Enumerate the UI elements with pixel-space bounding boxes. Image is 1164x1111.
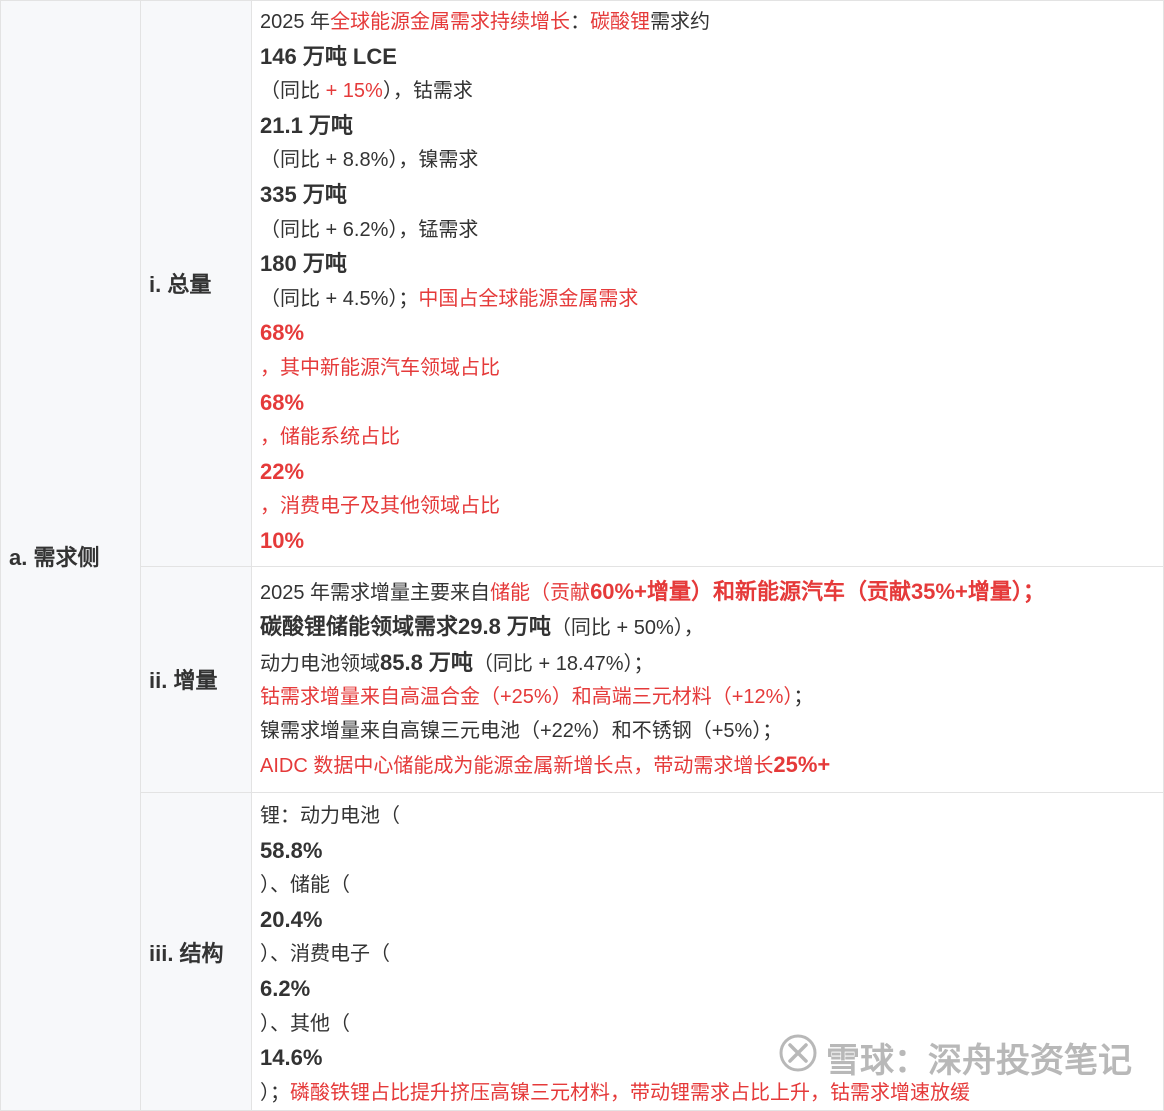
- text-segment: 146 万吨 LCE: [260, 43, 397, 69]
- text-line: 钴需求增量来自高温合金（+25%）和高端三元材料（+12%）；: [260, 681, 1155, 715]
- text-segment: （同比: [260, 80, 326, 103]
- text-line: 碳酸锂储能领域需求29.8 万吨（同比 + 50%），: [260, 610, 1155, 646]
- sub-cell: iii. 结构: [140, 792, 252, 1111]
- content-cell-total: 2025 年全球能源金属需求持续增长：碳酸锂需求约 146 万吨 LCE （同比 +…: [251, 0, 1164, 567]
- text-line: 180 万吨: [260, 247, 1155, 283]
- text-line: 2025 年全球能源金属需求持续增长：碳酸锂需求约: [260, 6, 1155, 40]
- text-segment: 镍需求增量来自高镍三元电池（+22%）和不锈钢（+5%）；: [260, 719, 783, 742]
- text-segment: 20.4%: [260, 906, 323, 932]
- content-cell-increment: 2025 年需求增量主要来自储能（贡献60%+增量）和新能源汽车（贡献35%+增…: [251, 565, 1164, 794]
- text-line: ，消费电子及其他领域占比: [260, 490, 1155, 524]
- text-line: ，其中新能源汽车领域占比: [260, 352, 1155, 386]
- text-segment: （同比 + 8.8%），镍需求: [260, 149, 479, 172]
- text-segment: （同比 + 50%），: [550, 617, 704, 640]
- text-segment: 335 万吨: [260, 181, 347, 207]
- text-segment: 58.8%: [260, 837, 323, 863]
- watermark-text: 雪球：深舟投资笔记: [826, 1041, 1132, 1080]
- text-segment: ，其中新能源汽车领域占比: [260, 356, 500, 379]
- text-segment: 68%: [260, 320, 305, 346]
- text-line: （同比 + 6.2%），锰需求: [260, 214, 1155, 248]
- text-segment: 碳酸锂: [590, 11, 651, 33]
- text-segment: 6.2%: [260, 976, 311, 1002]
- text-segment: 10%: [260, 527, 305, 553]
- text-line: ）、消费电子（: [260, 938, 1155, 972]
- text-line: 146 万吨 LCE: [260, 40, 1155, 76]
- text-segment: （同比 + 18.47%）；: [472, 652, 654, 675]
- text-segment: （同比 + 6.2%），锰需求: [260, 218, 479, 241]
- text-segment: 2025 年: [260, 11, 331, 33]
- text-line: 2025 年需求增量主要来自储能（贡献60%+增量）和新能源汽车（贡献35%+增…: [260, 575, 1155, 611]
- text-line: 68%: [260, 386, 1155, 422]
- text-segment: 储能（贡献: [490, 581, 591, 604]
- text-line: AIDC 数据中心储能成为能源金属新增长点，带动需求增长25%+: [260, 748, 1155, 784]
- text-line: 68%: [260, 316, 1155, 352]
- section-cell: a. 需求侧: [0, 0, 141, 1111]
- table-row: ii. 增量 2025 年需求增量主要来自储能（贡献60%+增量）和新能源汽车（…: [1, 565, 1164, 794]
- text-line: ，储能系统占比: [260, 421, 1155, 455]
- text-segment: 60%+增量）和新能源汽车（贡献35%+增量）；: [590, 578, 1045, 604]
- content-lines: 2025 年需求增量主要来自储能（贡献60%+增量）和新能源汽车（贡献35%+增…: [260, 575, 1155, 785]
- text-segment: （同比 + 4.5%）；: [260, 287, 419, 310]
- text-line: 6.2%: [260, 972, 1155, 1008]
- text-segment: 中国占全球能源金属需求: [418, 287, 639, 310]
- text-segment: 22%: [260, 458, 305, 484]
- text-segment: ），钴需求: [382, 80, 473, 103]
- text-line: 21.1 万吨: [260, 109, 1155, 145]
- table-row: a. 需求侧 i. 总量 2025 年全球能源金属需求持续增长：碳酸锂需求约 14…: [0, 0, 1164, 1111]
- text-segment: ）；: [260, 1081, 290, 1104]
- text-segment: 21.1 万吨: [260, 112, 353, 138]
- text-segment: 180 万吨: [260, 251, 347, 277]
- text-segment: ）、其他（: [260, 1012, 350, 1035]
- text-line: （同比 + 8.8%），镍需求: [260, 144, 1155, 178]
- text-line: 20.4%: [260, 903, 1155, 939]
- text-segment: 68%: [260, 389, 305, 415]
- text-line: 22%: [260, 455, 1155, 491]
- text-segment: ；: [793, 686, 814, 709]
- text-segment: + 15%: [325, 80, 383, 103]
- sub-label-total: i. 总量: [149, 272, 212, 298]
- text-line: 镍需求增量来自高镍三元电池（+22%）和不锈钢（+5%）；: [260, 715, 1155, 749]
- text-segment: ）、消费电子（: [260, 943, 390, 966]
- text-line: （同比 + 4.5%）；中国占全球能源金属需求: [260, 283, 1155, 317]
- text-segment: ，消费电子及其他领域占比: [260, 495, 500, 518]
- text-segment: AIDC 数据中心储能成为能源金属新增长点，带动需求增长: [260, 755, 774, 778]
- text-segment: 85.8 万吨: [380, 649, 473, 675]
- demand-table: a. 需求侧 i. 总量 2025 年全球能源金属需求持续增长：碳酸锂需求约 14…: [0, 0, 1164, 1111]
- xueqiu-logo-icon: [778, 1033, 818, 1082]
- text-segment: 碳酸锂储能领域需求29.8 万吨: [260, 614, 551, 640]
- text-segment: 钴需求增量来自高温合金（+25%）和高端三元材料（+12%）: [260, 686, 794, 709]
- sub-cell: ii. 增量: [140, 565, 252, 794]
- text-segment: 25%+: [773, 752, 831, 778]
- sub-label-increment: ii. 增量: [149, 668, 218, 694]
- text-line: 335 万吨: [260, 178, 1155, 214]
- sub-label-structure: iii. 结构: [149, 940, 224, 966]
- text-segment: 锂：动力电池（: [260, 805, 400, 828]
- text-segment: 需求约: [650, 11, 711, 33]
- section-label: a. 需求侧: [9, 544, 100, 570]
- text-segment: ，储能系统占比: [260, 426, 400, 449]
- text-segment: 动力电池领域: [260, 652, 380, 675]
- sub-cell: i. 总量: [140, 0, 252, 567]
- text-segment: 2025 年需求增量主要来自: [260, 581, 491, 604]
- text-line: ）、储能（: [260, 869, 1155, 903]
- text-segment: 磷酸铁锂占比提升挤压高镍三元材料，带动锂需求占比上升，钴需求增速放缓: [290, 1081, 970, 1104]
- text-line: 动力电池领域85.8 万吨（同比 + 18.47%）；: [260, 646, 1155, 682]
- watermark: 雪球：深舟投资笔记: [778, 1034, 1132, 1080]
- text-line: 10%: [260, 524, 1155, 560]
- content-lines: 2025 年全球能源金属需求持续增长：碳酸锂需求约 146 万吨 LCE （同比 +…: [260, 6, 1155, 560]
- text-line: 58.8%: [260, 834, 1155, 870]
- text-line: 锂：动力电池（: [260, 800, 1155, 834]
- text-segment: ：: [570, 11, 591, 33]
- text-segment: ）、储能（: [260, 874, 350, 897]
- text-segment: 14.6%: [260, 1045, 323, 1071]
- text-segment: 全球能源金属需求持续增长: [330, 11, 571, 33]
- text-line: （同比 + 15%），钴需求: [260, 75, 1155, 109]
- text-line: ）；磷酸铁锂占比提升挤压高镍三元材料，带动锂需求占比上升，钴需求增速放缓: [260, 1077, 1155, 1111]
